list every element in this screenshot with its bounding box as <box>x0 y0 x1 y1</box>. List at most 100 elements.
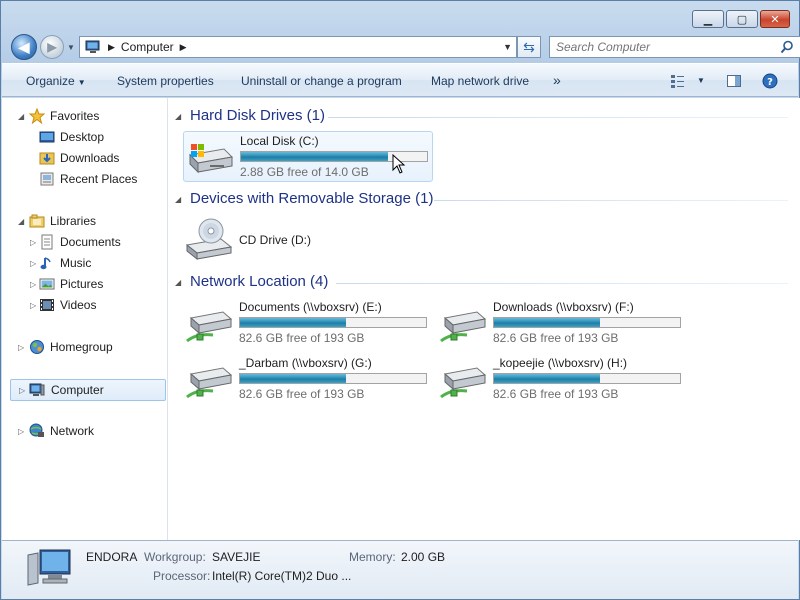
expand-arrow-icon[interactable]: ▷ <box>30 280 36 289</box>
close-button[interactable]: ✕ <box>760 10 790 28</box>
drive-e-tile[interactable]: Documents (\\vboxsrv) (E:) 82.6 GB free … <box>183 298 433 348</box>
drive-g-tile[interactable]: _Darbam (\\vboxsrv) (G:) 82.6 GB free of… <box>183 354 433 404</box>
drive-free-space: 82.6 GB free of 193 GB <box>239 387 365 401</box>
processor-value: Intel(R) Core(TM)2 Duo ... <box>212 569 352 583</box>
nav-favorites[interactable]: ◢ Favorites <box>2 106 167 126</box>
libraries-icon <box>29 214 45 228</box>
change-view-icon[interactable] <box>670 73 686 89</box>
drive-name: _Darbam (\\vboxsrv) (G:) <box>239 356 372 370</box>
view-options-dropdown-icon[interactable]: ▼ <box>697 76 705 85</box>
search-box[interactable] <box>549 36 800 58</box>
group-divider <box>434 200 788 201</box>
search-icon[interactable] <box>780 40 794 54</box>
nav-network[interactable]: ▷ Network <box>2 421 167 441</box>
address-dropdown-icon[interactable]: ▼ <box>503 42 512 52</box>
computer-icon <box>85 40 100 53</box>
drive-free-space: 82.6 GB free of 193 GB <box>493 331 619 345</box>
group-header-network[interactable]: ◢ Network Location (4) <box>175 273 329 290</box>
map-network-drive-button[interactable]: Map network drive <box>431 74 529 88</box>
network-drive-icon <box>186 367 233 399</box>
drive-usage-fill <box>494 318 601 327</box>
drive-name: Documents (\\vboxsrv) (E:) <box>239 300 382 314</box>
nav-libraries[interactable]: ◢ Libraries <box>2 211 167 231</box>
drive-free-space: 82.6 GB free of 193 GB <box>239 331 365 345</box>
expand-arrow-icon[interactable]: ▷ <box>19 386 25 395</box>
breadcrumb-computer[interactable]: Computer <box>121 40 174 54</box>
drive-name: _kopeejie (\\vboxsrv) (H:) <box>493 356 628 370</box>
videos-icon <box>40 299 54 311</box>
help-icon[interactable]: ? <box>762 73 778 89</box>
local-disk-windows-icon <box>188 144 234 174</box>
collapse-arrow-icon[interactable]: ◢ <box>175 195 181 204</box>
expand-arrow-icon[interactable]: ▷ <box>30 238 36 247</box>
expand-arrow-icon[interactable]: ▷ <box>18 343 24 352</box>
nav-documents[interactable]: ▷ Documents <box>2 232 167 252</box>
drive-usage-fill <box>494 374 601 383</box>
nav-computer[interactable]: ▷ Computer <box>10 379 166 401</box>
nav-label: Documents <box>60 235 121 249</box>
collapse-arrow-icon[interactable]: ◢ <box>18 217 24 226</box>
expand-arrow-icon[interactable]: ▷ <box>30 259 36 268</box>
group-title: Devices with Removable Storage (1) <box>190 190 434 207</box>
preview-pane-icon[interactable] <box>726 73 742 89</box>
nav-pictures[interactable]: ▷ Pictures <box>2 274 167 294</box>
uninstall-program-button[interactable]: Uninstall or change a program <box>241 74 402 88</box>
network-drive-icon <box>186 311 233 343</box>
search-input[interactable] <box>550 40 765 54</box>
expand-arrow-icon[interactable]: ▷ <box>30 301 36 310</box>
breadcrumb-arrow-icon[interactable]: ▶ <box>108 42 115 53</box>
drive-free-space: 82.6 GB free of 193 GB <box>493 387 619 401</box>
back-button[interactable]: ◀ <box>11 34 37 60</box>
network-icon <box>29 423 44 437</box>
computer-name: ENDORA <box>86 550 138 564</box>
cd-drive-icon <box>185 218 233 261</box>
nav-label: Homegroup <box>50 340 113 354</box>
star-icon <box>29 108 45 124</box>
forward-button[interactable]: ▶ <box>40 35 64 59</box>
svg-text:?: ? <box>767 77 773 88</box>
nav-videos[interactable]: ▷ Videos <box>2 295 167 315</box>
nav-music[interactable]: ▷ Music <box>2 253 167 273</box>
group-header-removable[interactable]: ◢ Devices with Removable Storage (1) <box>175 190 434 207</box>
network-drive-icon <box>440 367 487 399</box>
navigation-pane: ◢ Favorites Desktop Downloads Recent Pla… <box>2 98 168 540</box>
minimize-icon: ▁ <box>703 12 713 26</box>
maximize-button[interactable]: ▢ <box>726 10 758 28</box>
refresh-button[interactable]: ⇆ <box>517 36 541 58</box>
drive-usage-fill <box>240 374 347 383</box>
address-bar[interactable]: ▶ Computer ▶ ▼ <box>79 36 517 58</box>
minimize-button[interactable]: ▁ <box>692 10 724 28</box>
caption-buttons: ▁ ▢ ✕ <box>690 10 790 28</box>
group-title: Network Location (4) <box>190 273 329 290</box>
nav-desktop[interactable]: Desktop <box>2 127 167 147</box>
nav-label: Computer <box>51 383 104 397</box>
recent-pages-dropdown[interactable]: ▼ <box>67 43 75 52</box>
drive-name: Local Disk (C:) <box>240 134 319 148</box>
nav-label: Recent Places <box>60 172 138 186</box>
more-commands-button[interactable]: » <box>553 72 561 88</box>
maximize-icon: ▢ <box>736 12 748 26</box>
collapse-arrow-icon[interactable]: ◢ <box>18 112 24 121</box>
group-header-hdd[interactable]: ◢ Hard Disk Drives (1) <box>175 107 326 124</box>
nav-recent-places[interactable]: Recent Places <box>2 169 167 189</box>
documents-icon <box>41 234 53 250</box>
nav-label: Pictures <box>60 277 104 291</box>
nav-homegroup[interactable]: ▷ Homegroup <box>2 337 167 357</box>
system-properties-button[interactable]: System properties <box>117 74 214 88</box>
group-title: Hard Disk Drives (1) <box>190 107 326 124</box>
nav-downloads[interactable]: Downloads <box>2 148 167 168</box>
workgroup-label: Workgroup: <box>144 550 206 564</box>
drive-h-tile[interactable]: _kopeejie (\\vboxsrv) (H:) 82.6 GB free … <box>437 354 687 404</box>
organize-menu[interactable]: Organize ▼ <box>26 74 86 88</box>
drive-usage-fill <box>241 152 388 161</box>
collapse-arrow-icon[interactable]: ◢ <box>175 278 181 287</box>
drive-f-tile[interactable]: Downloads (\\vboxsrv) (F:) 82.6 GB free … <box>437 298 687 348</box>
collapse-arrow-icon[interactable]: ◢ <box>175 112 181 121</box>
expand-arrow-icon[interactable]: ▷ <box>18 427 24 436</box>
breadcrumb-arrow-icon[interactable]: ▶ <box>180 42 187 53</box>
drive-d-tile[interactable]: CD Drive (D:) <box>183 214 433 264</box>
command-bar: Organize ▼ System properties Uninstall or… <box>2 63 798 97</box>
computer-icon <box>29 383 45 396</box>
organize-label: Organize <box>26 74 75 88</box>
downloads-folder-icon <box>39 152 55 165</box>
